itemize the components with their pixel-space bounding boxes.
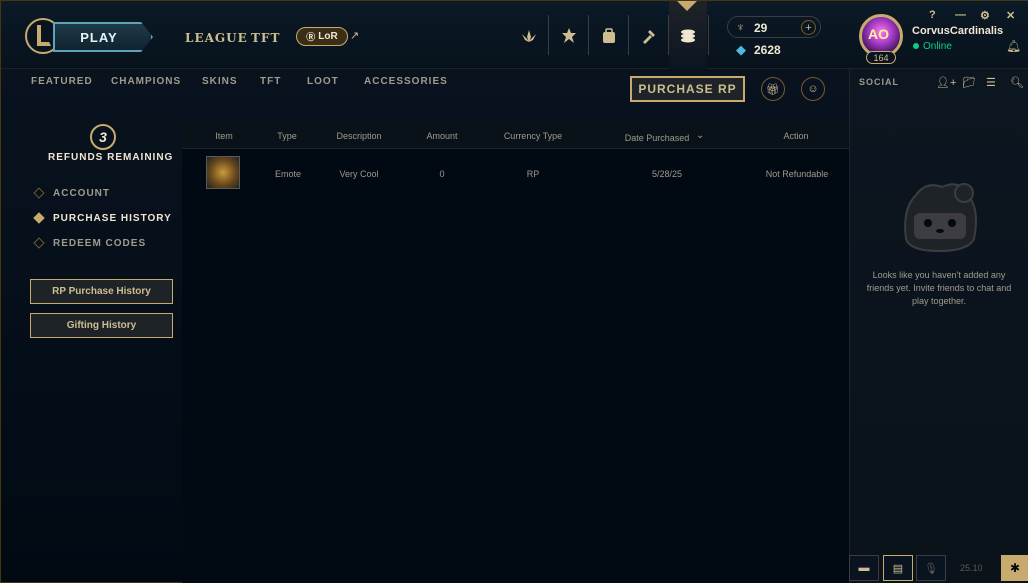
tab-champions[interactable]: CHAMPIONS bbox=[111, 76, 181, 87]
cell-currency: RP bbox=[526, 169, 540, 179]
purchase-history-table bbox=[182, 121, 849, 583]
sidebar-item-purchase-history[interactable]: PURCHASE HISTORY bbox=[33, 211, 172, 225]
help-button[interactable]: ? bbox=[929, 9, 936, 21]
blue-essence-icon: ♆ bbox=[736, 20, 745, 34]
play-button[interactable]: PLAY bbox=[53, 22, 153, 52]
online-status-dot-icon bbox=[913, 43, 919, 49]
active-tab-chevron-icon bbox=[677, 1, 697, 11]
tab-tft[interactable]: TFT bbox=[260, 76, 281, 87]
tab-featured[interactable]: FEATURED bbox=[31, 76, 93, 87]
rp-icon: ◆ bbox=[736, 42, 746, 57]
cell-amount: 0 bbox=[439, 169, 445, 179]
chat-bubble-icon[interactable]: ▬ bbox=[849, 555, 879, 581]
divider bbox=[588, 15, 589, 55]
lor-button[interactable]: Ⓡ LoR bbox=[296, 27, 348, 46]
add-currency-button[interactable]: + bbox=[801, 20, 816, 35]
tab-skins[interactable]: SKINS bbox=[202, 76, 238, 87]
lor-logo-icon: Ⓡ bbox=[306, 32, 316, 42]
column-header-action: Action bbox=[783, 131, 809, 141]
nav-tft[interactable]: TFT bbox=[251, 31, 280, 45]
divider bbox=[548, 15, 549, 55]
bug-report-icon[interactable]: ✱ bbox=[1001, 555, 1028, 581]
level-badge: 164 bbox=[866, 51, 896, 64]
cell-description: Very Cool bbox=[339, 169, 379, 179]
column-header-amount: Amount bbox=[426, 131, 458, 141]
column-header-item: Item bbox=[215, 131, 233, 141]
refunds-label: REFUNDS REMAINING bbox=[48, 152, 174, 163]
client-version: 25.10 bbox=[960, 563, 983, 573]
home-lotus-icon[interactable] bbox=[516, 23, 542, 49]
tab-accessories[interactable]: ACCESSORIES bbox=[364, 76, 448, 87]
gifting-history-button[interactable]: Gifting History bbox=[30, 313, 173, 338]
external-link-icon: ↗ bbox=[350, 30, 360, 42]
emote-item-thumbnail bbox=[206, 156, 240, 189]
sidebar-item-label: PURCHASE HISTORY bbox=[53, 212, 172, 224]
empty-friends-message: Looks like you haven't added any friends… bbox=[866, 270, 1012, 306]
divider bbox=[708, 15, 709, 55]
tab-loot[interactable]: LOOT bbox=[307, 76, 339, 87]
loot-crafting-icon[interactable] bbox=[636, 23, 662, 49]
purchase-rp-button[interactable]: PURCHASE RP bbox=[630, 76, 745, 102]
social-panel bbox=[849, 69, 1028, 583]
add-folder-icon[interactable]: 📁︎ bbox=[962, 76, 976, 89]
diamond-icon bbox=[33, 187, 45, 199]
sidebar-item-redeem-codes[interactable]: REDEEM CODES bbox=[33, 236, 146, 250]
poro-mascot-icon bbox=[904, 183, 977, 253]
settings-gear-icon[interactable]: ⚙ bbox=[980, 9, 990, 22]
column-header-currency-type: Currency Type bbox=[503, 131, 563, 141]
close-button[interactable]: ✕ bbox=[1006, 9, 1015, 22]
microphone-icon[interactable]: 🎙︎ bbox=[916, 555, 946, 581]
client-window: PLAY LEAGUE TFT Ⓡ LoR ↗ ♆ 29 + ◆ 2628 AO… bbox=[0, 0, 1028, 583]
nav-league[interactable]: LEAGUE bbox=[185, 31, 248, 45]
gift-icon[interactable]: 🎁︎ bbox=[761, 77, 785, 101]
sort-chevron-down-icon[interactable]: ⌄ bbox=[696, 130, 704, 141]
username[interactable]: CorvusCardinalis bbox=[912, 25, 1003, 37]
diamond-icon bbox=[33, 237, 45, 249]
notifications-bell-icon[interactable]: 🔔︎ bbox=[1006, 39, 1021, 53]
blue-essence-amount: 29 bbox=[754, 21, 768, 35]
divider bbox=[628, 15, 629, 55]
column-header-description: Description bbox=[336, 131, 382, 141]
diamond-icon bbox=[33, 212, 45, 224]
cell-type: Emote bbox=[274, 169, 301, 179]
rp-purchase-history-button[interactable]: RP Purchase History bbox=[30, 279, 173, 304]
account-history-icon[interactable]: ☺ bbox=[801, 77, 825, 101]
profile-crest-icon[interactable] bbox=[556, 23, 582, 49]
refunds-count: 3 bbox=[90, 124, 116, 150]
social-title: SOCIAL bbox=[859, 77, 900, 87]
online-status[interactable]: Online bbox=[923, 41, 952, 52]
avatar-emblem-text: AO bbox=[868, 26, 889, 42]
sidebar-item-account[interactable]: ACCOUNT bbox=[33, 186, 110, 200]
column-header-type: Type bbox=[277, 131, 297, 141]
add-friend-icon[interactable]: 👤︎+ bbox=[936, 76, 956, 89]
list-view-icon[interactable]: ☰ bbox=[986, 76, 996, 89]
column-header-date-purchased[interactable]: Date Purchased bbox=[619, 133, 695, 143]
cell-date: 5/28/25 bbox=[651, 169, 683, 179]
sidebar-item-label: ACCOUNT bbox=[53, 187, 110, 199]
lor-label: LoR bbox=[318, 31, 338, 42]
cell-action: Not Refundable bbox=[765, 169, 829, 179]
rp-amount: 2628 bbox=[754, 43, 781, 57]
minimize-button[interactable]: — bbox=[955, 9, 966, 21]
store-coins-icon[interactable] bbox=[675, 23, 701, 49]
sidebar-item-label: REDEEM CODES bbox=[53, 237, 147, 249]
collection-backpack-icon[interactable] bbox=[596, 23, 622, 49]
search-icon[interactable]: 🔍︎ bbox=[1010, 76, 1024, 89]
clipboard-icon[interactable]: ▤ bbox=[883, 555, 913, 581]
